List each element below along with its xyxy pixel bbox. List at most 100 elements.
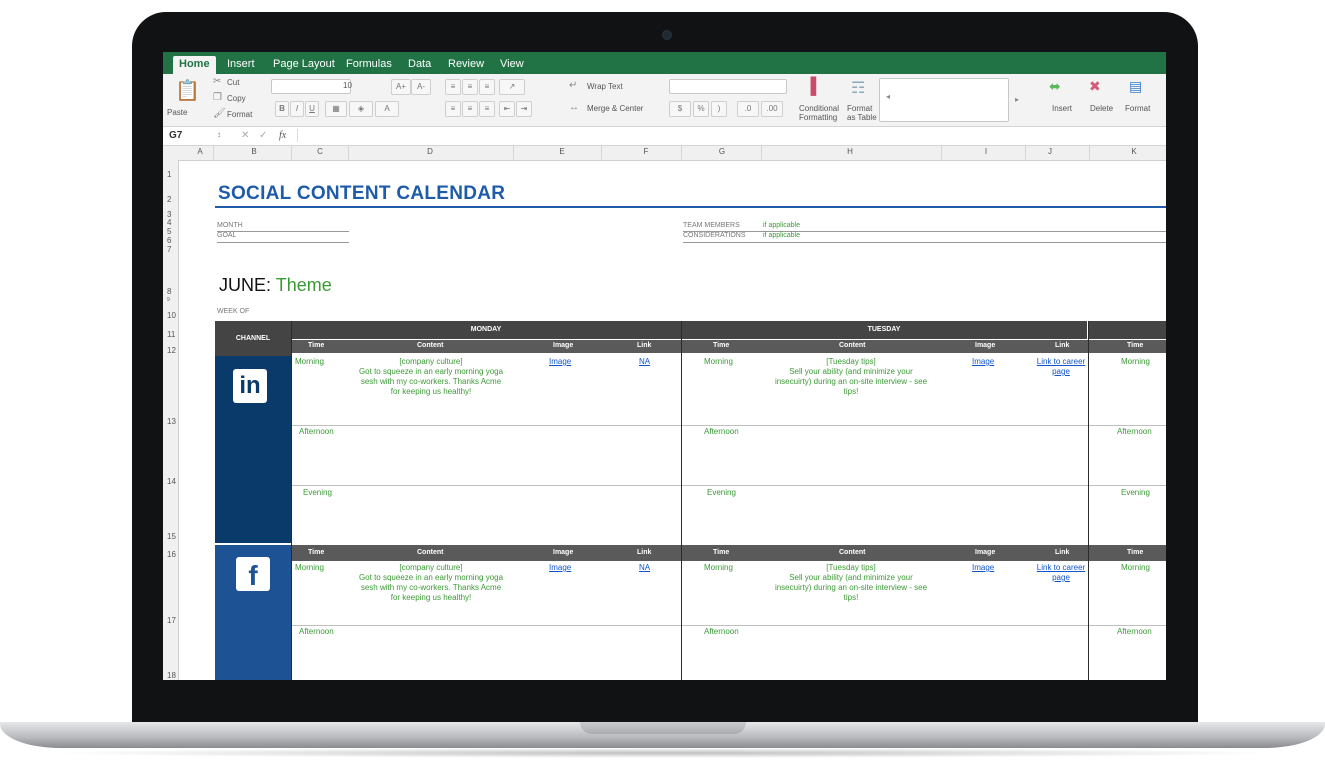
gallery-left-arrow-icon[interactable]: ◂ xyxy=(886,92,890,101)
align-center-button[interactable]: ≡ xyxy=(462,101,478,117)
column-header[interactable]: I xyxy=(981,147,991,156)
font-size-value[interactable]: 10 xyxy=(343,81,352,90)
row-header[interactable]: 4 xyxy=(167,218,171,227)
merge-center-icon[interactable]: ↔ xyxy=(569,102,579,113)
insert-cells-button[interactable]: Insert xyxy=(1052,104,1072,113)
gallery-right-arrow-icon[interactable]: ▸ xyxy=(1015,95,1019,104)
fill-color-button[interactable]: ◈ xyxy=(349,101,373,117)
team-members-value[interactable]: if applicable xyxy=(763,222,800,229)
month-field[interactable] xyxy=(217,231,349,232)
tuesday-content-cell[interactable]: [Tuesday tips] Sell your ability (and mi… xyxy=(761,357,941,397)
format-as-table-label-2[interactable]: as Table xyxy=(847,113,877,122)
morning-time[interactable]: Morning xyxy=(1121,563,1150,573)
bold-button[interactable]: B xyxy=(275,101,289,117)
row-header[interactable]: 6 xyxy=(167,236,171,245)
column-header[interactable]: G xyxy=(717,147,727,156)
cell-styles-gallery[interactable]: ◂ xyxy=(879,78,1009,122)
align-top-button[interactable]: ≡ xyxy=(445,79,461,95)
monday-content-cell[interactable]: [company culture] Got to squeeze in an e… xyxy=(349,563,513,603)
goal-label[interactable]: GOAL xyxy=(217,232,236,239)
name-box[interactable]: G7 xyxy=(169,130,182,141)
month-label[interactable]: MONTH xyxy=(217,222,243,229)
tab-home[interactable]: Home xyxy=(173,56,216,74)
align-bottom-button[interactable]: ≡ xyxy=(479,79,495,95)
format-painter-icon[interactable]: 🖌 xyxy=(213,108,226,119)
afternoon-time[interactable]: Afternoon xyxy=(299,627,334,637)
image-link[interactable]: Image xyxy=(972,357,994,367)
tuesday-content-cell[interactable]: [Tuesday tips] Sell your ability (and mi… xyxy=(761,563,941,603)
tab-view[interactable]: View xyxy=(500,56,524,74)
wrap-text-icon[interactable]: ↵ xyxy=(569,80,577,91)
afternoon-time[interactable]: Afternoon xyxy=(704,427,739,437)
morning-time[interactable]: Morning xyxy=(704,357,733,367)
format-cells-icon[interactable]: ▤ xyxy=(1129,78,1142,95)
column-header[interactable]: K xyxy=(1129,147,1139,156)
row-header[interactable]: 9 xyxy=(167,297,170,303)
comma-button[interactable]: ) xyxy=(711,101,727,117)
format-cells-button[interactable]: Format xyxy=(1125,104,1150,113)
morning-time[interactable]: Morning xyxy=(704,563,733,573)
afternoon-time[interactable]: Afternoon xyxy=(1117,427,1152,437)
evening-time[interactable]: Evening xyxy=(707,488,736,498)
column-header[interactable]: F xyxy=(641,147,651,156)
paste-icon[interactable]: 📋 xyxy=(175,78,200,103)
goal-field[interactable] xyxy=(217,242,349,243)
enter-icon[interactable]: ✓ xyxy=(259,130,267,141)
team-members-label[interactable]: TEAM MEMBERS xyxy=(683,222,740,229)
image-link[interactable]: Image xyxy=(549,357,571,367)
row-header[interactable]: 2 xyxy=(167,195,171,204)
column-header[interactable]: H xyxy=(845,147,855,156)
column-header[interactable]: A xyxy=(195,147,205,156)
image-link[interactable]: Image xyxy=(549,563,571,573)
column-header[interactable]: E xyxy=(557,147,567,156)
copy-button[interactable]: Copy xyxy=(227,94,246,103)
month-theme-heading[interactable]: JUNE: Theme xyxy=(219,275,332,296)
align-middle-button[interactable]: ≡ xyxy=(462,79,478,95)
copy-icon[interactable]: ❐ xyxy=(213,92,222,103)
format-painter-button[interactable]: Format xyxy=(227,110,252,119)
afternoon-time[interactable]: Afternoon xyxy=(704,627,739,637)
align-left-button[interactable]: ≡ xyxy=(445,101,461,117)
row-header[interactable]: 14 xyxy=(167,477,176,486)
row-header[interactable]: 10 xyxy=(167,311,176,320)
currency-button[interactable]: $ xyxy=(669,101,691,117)
decrease-indent-button[interactable]: ⇤ xyxy=(499,101,515,117)
monday-header[interactable]: MONDAY xyxy=(291,321,681,339)
career-page-link[interactable]: Link to career page xyxy=(1033,357,1089,377)
tab-data[interactable]: Data xyxy=(408,56,431,74)
career-page-link[interactable]: Link to career page xyxy=(1033,563,1089,583)
format-as-table-label-1[interactable]: Format xyxy=(847,104,872,113)
cancel-icon[interactable]: ✕ xyxy=(241,130,249,141)
conditional-formatting-icon[interactable]: ▐ xyxy=(805,78,816,96)
font-color-button[interactable]: A xyxy=(375,101,399,117)
channel-header[interactable]: CHANNEL xyxy=(215,321,291,356)
tab-review[interactable]: Review xyxy=(448,56,484,74)
column-header[interactable]: B xyxy=(249,147,259,156)
cut-icon[interactable]: ✂ xyxy=(213,76,221,87)
font-name-select[interactable] xyxy=(271,79,351,94)
merge-center-button[interactable]: Merge & Center xyxy=(587,104,643,113)
evening-time[interactable]: Evening xyxy=(303,488,332,498)
morning-time[interactable]: Morning xyxy=(1121,357,1150,367)
evening-time[interactable]: Evening xyxy=(1121,488,1150,498)
number-format-select[interactable] xyxy=(669,79,787,94)
week-of-label[interactable]: WEEK OF xyxy=(217,308,249,315)
morning-time[interactable]: Morning xyxy=(295,357,324,367)
decrease-font-button[interactable]: A- xyxy=(411,79,431,95)
row-header[interactable]: 1 xyxy=(167,170,171,179)
paste-button[interactable]: Paste xyxy=(167,108,187,117)
format-as-table-icon[interactable]: ☶ xyxy=(851,78,865,98)
row-header[interactable]: 11 xyxy=(167,330,175,339)
row-header[interactable]: 15 xyxy=(167,532,176,541)
row-header[interactable]: 17 xyxy=(167,616,176,625)
formula-input[interactable] xyxy=(297,129,1158,142)
na-link[interactable]: NA xyxy=(639,563,650,573)
conditional-formatting-label-2[interactable]: Formatting xyxy=(799,113,837,122)
align-right-button[interactable]: ≡ xyxy=(479,101,495,117)
considerations-label[interactable]: CONSIDERATIONS xyxy=(683,232,746,239)
cut-button[interactable]: Cut xyxy=(227,78,239,87)
insert-cells-icon[interactable]: ⬌ xyxy=(1049,78,1061,95)
wrap-text-button[interactable]: Wrap Text xyxy=(587,82,623,91)
conditional-formatting-label-1[interactable]: Conditional xyxy=(799,104,839,113)
percent-button[interactable]: % xyxy=(693,101,709,117)
